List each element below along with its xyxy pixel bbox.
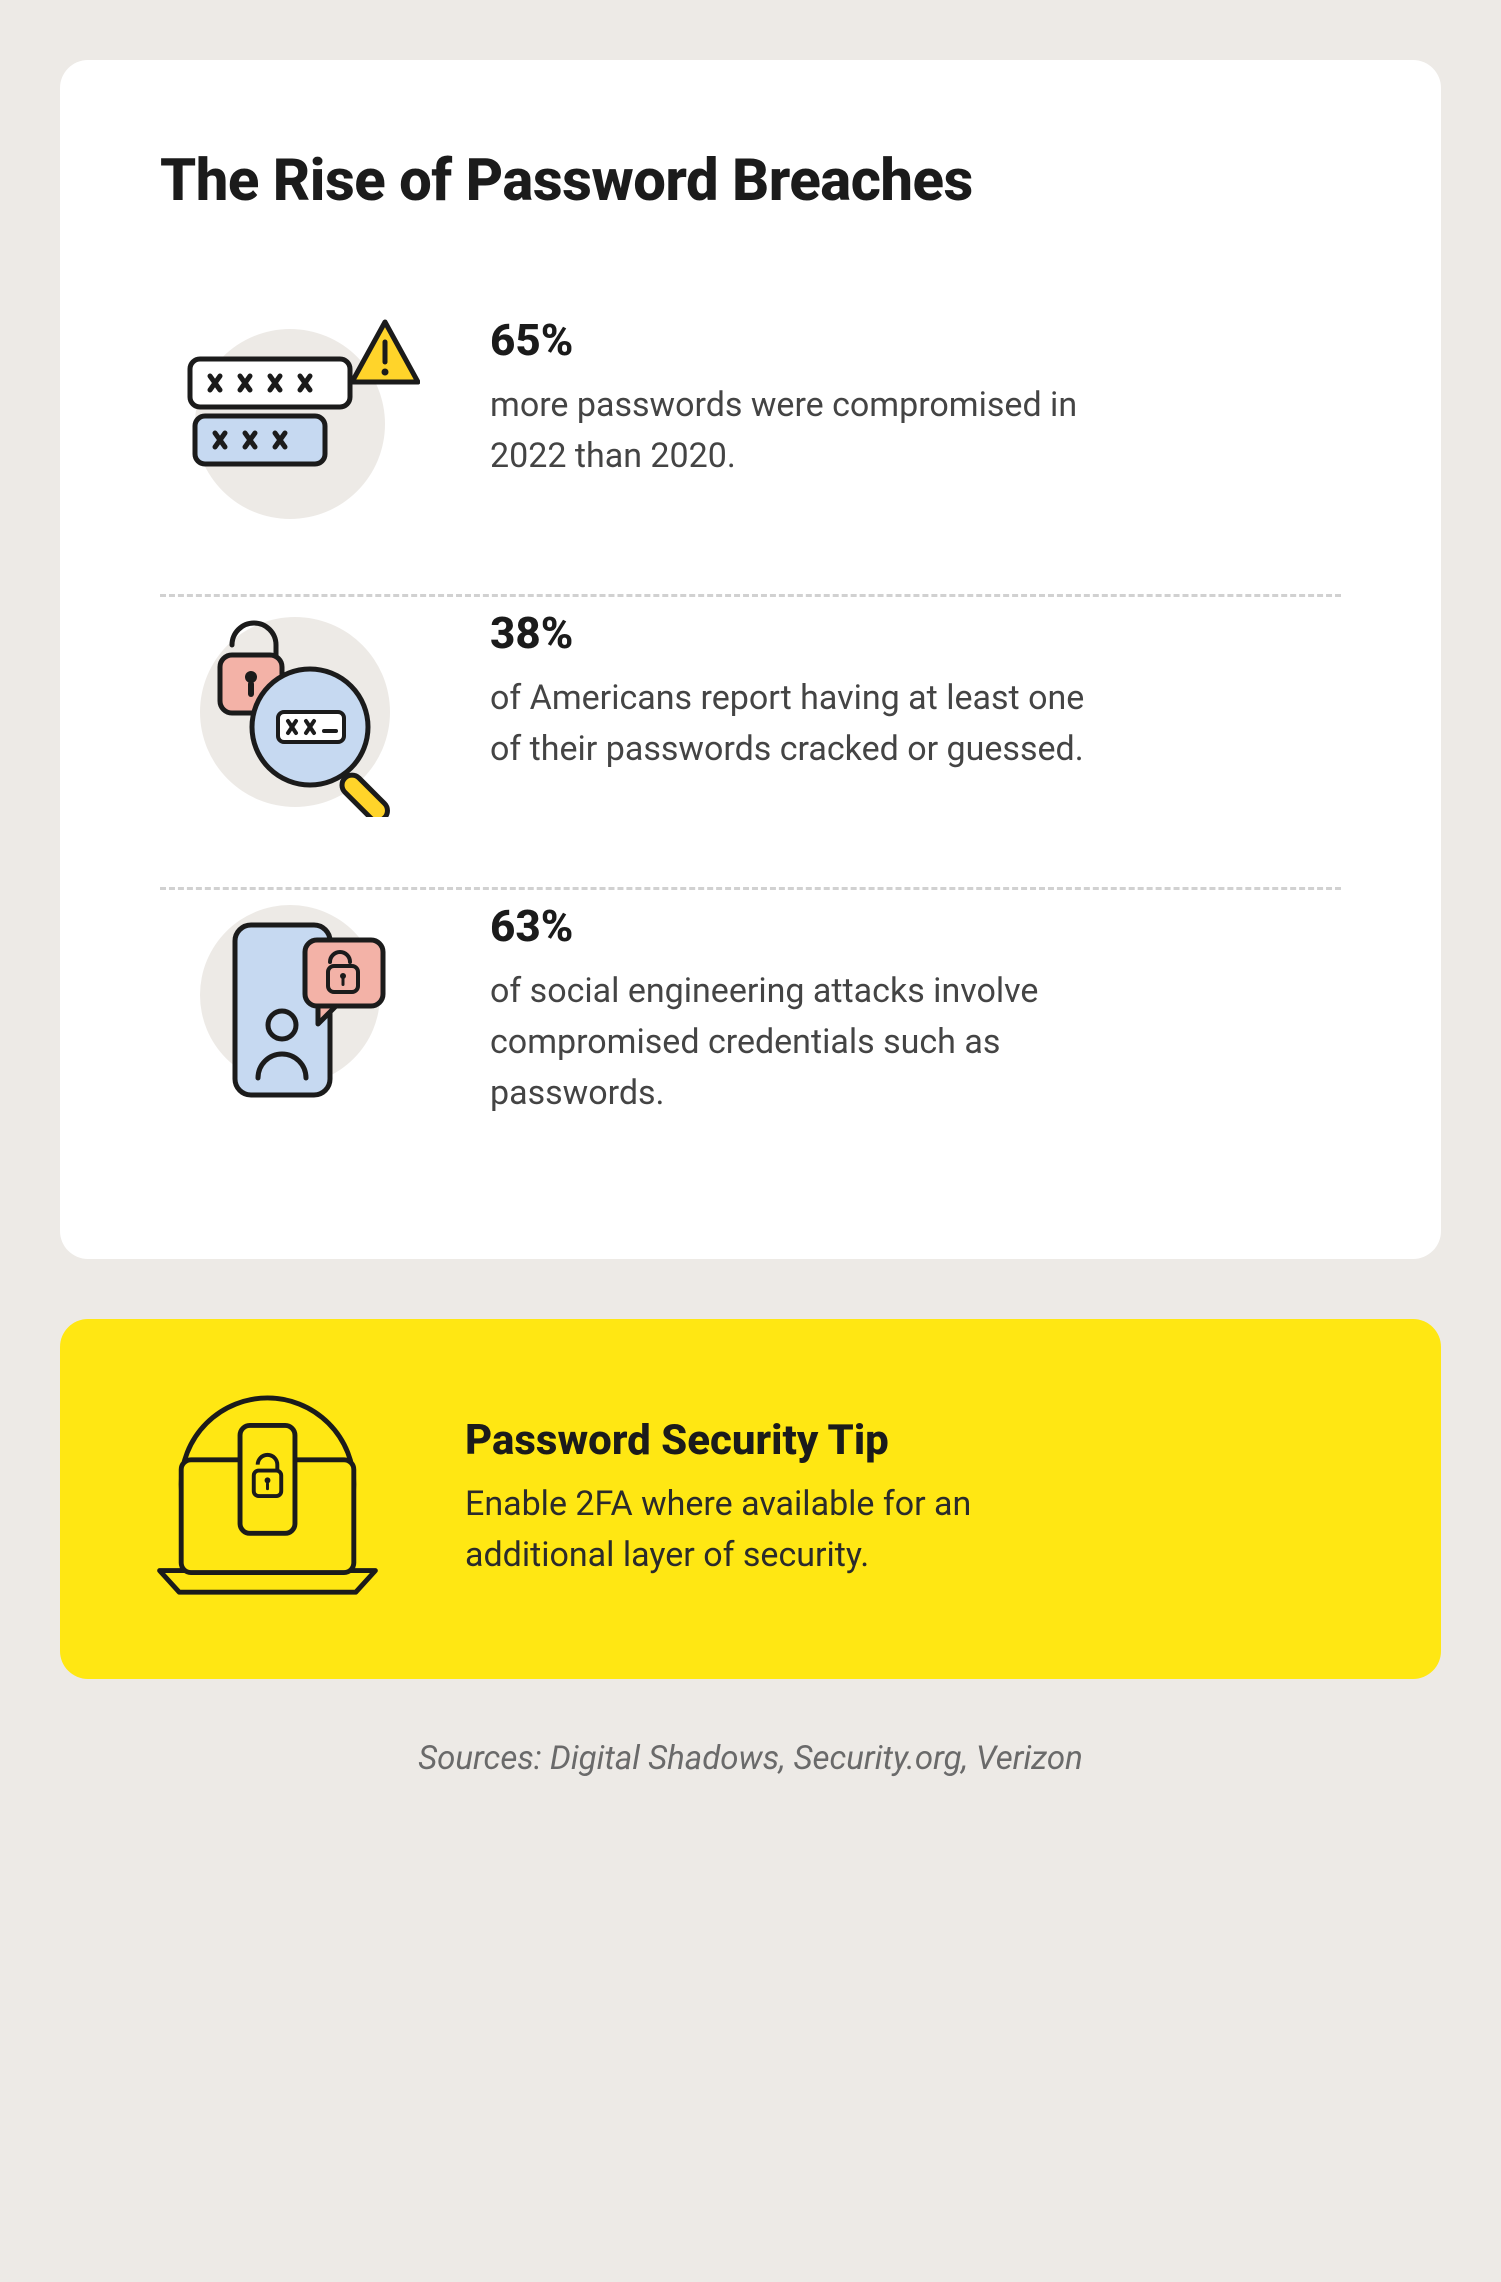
illustration-social-engineering [160, 890, 420, 1110]
tip-title: Password Security Tip [465, 1416, 1361, 1465]
illustration-2fa-tip [140, 1384, 395, 1614]
stat-value: 65% [490, 314, 1110, 366]
stat-desc: more passwords were compromised in 2022 … [490, 380, 1110, 482]
stat-text: 38% of Americans report having at least … [490, 597, 1110, 775]
main-card: The Rise of Password Breaches [60, 60, 1441, 1259]
stat-text: 63% of social engineering attacks involv… [490, 890, 1110, 1119]
tip-card: Password Security Tip Enable 2FA where a… [60, 1319, 1441, 1679]
stat-text: 65% more passwords were compromised in 2… [490, 304, 1110, 482]
tip-text: Password Security Tip Enable 2FA where a… [465, 1416, 1361, 1581]
stat-value: 38% [490, 607, 1110, 659]
illustration-password-breach [160, 304, 420, 524]
stat-row: 65% more passwords were compromised in 2… [160, 304, 1341, 594]
illustration-password-cracked [160, 597, 420, 817]
stat-row: 38% of Americans report having at least … [160, 597, 1341, 887]
stat-row: 63% of social engineering attacks involv… [160, 890, 1341, 1189]
stat-desc: of Americans report having at least one … [490, 673, 1110, 775]
stat-desc: of social engineering attacks involve co… [490, 966, 1110, 1119]
sources-footer: Sources: Digital Shadows, Security.org, … [60, 1739, 1441, 1778]
tip-desc: Enable 2FA where available for an additi… [465, 1479, 1085, 1581]
page-title: The Rise of Password Breaches [160, 150, 1341, 214]
stat-value: 63% [490, 900, 1110, 952]
